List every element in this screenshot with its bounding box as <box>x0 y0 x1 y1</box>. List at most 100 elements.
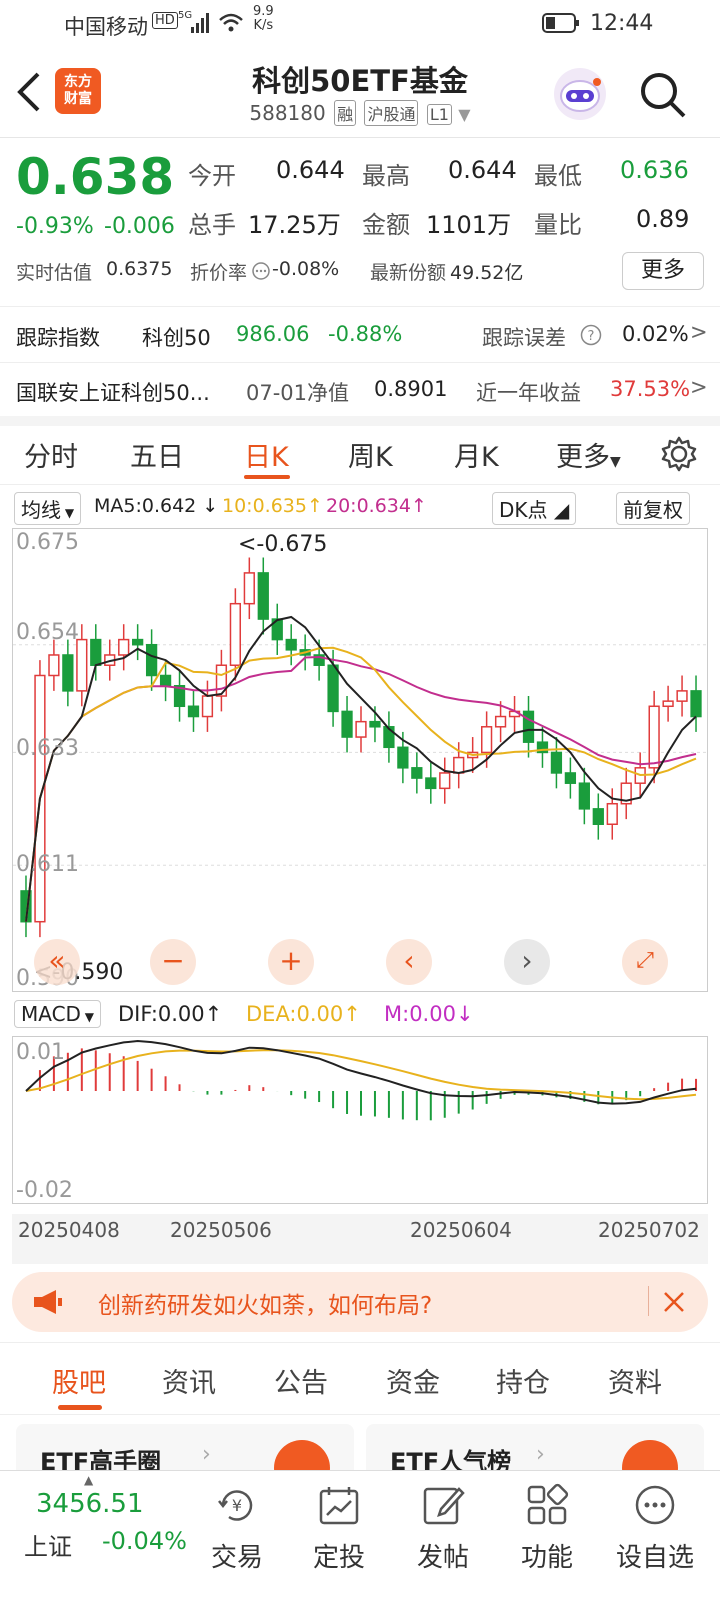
tab-holdings[interactable]: 持仓 <box>496 1361 550 1400</box>
candle-body <box>327 664 339 713</box>
candle-body <box>159 674 172 687</box>
ma5-line <box>25 615 697 922</box>
tab-profile[interactable]: 资料 <box>608 1361 662 1400</box>
date-label: 20250408 <box>18 1218 120 1242</box>
tab-announcements[interactable]: 公告 <box>274 1361 328 1400</box>
tab-daily-k[interactable]: 日K <box>244 435 289 474</box>
security-code-row[interactable]: 588180 融 沪股通 L1 ▼ <box>0 100 720 126</box>
fullscreen-button[interactable]: ⤢ <box>622 939 668 985</box>
candle-body <box>425 777 437 790</box>
assistant-robot-icon[interactable] <box>552 66 608 122</box>
svg-text:?: ? <box>588 329 595 344</box>
active-tab-indicator <box>244 475 290 479</box>
search-icon[interactable] <box>638 70 688 120</box>
pan-left-button[interactable]: ‹ <box>386 939 432 985</box>
nav-post-label: 发帖 <box>416 1543 469 1573</box>
tab-news[interactable]: 资讯 <box>162 1361 216 1400</box>
tab-more[interactable]: 更多▼ <box>556 435 621 474</box>
zoom-out-button[interactable]: − <box>150 939 196 985</box>
nav-trade[interactable]: ¥ 交易 <box>182 1471 292 1574</box>
candle-body <box>243 572 255 605</box>
y-axis-label-2: 0.654 <box>16 620 79 645</box>
nav-watchlist[interactable]: 设自选 <box>600 1471 710 1574</box>
tab-intraday[interactable]: 分时 <box>24 435 78 474</box>
discount-label: 折价率 <box>190 262 248 284</box>
tab-forum[interactable]: 股吧 <box>52 1361 106 1400</box>
chevron-right-icon: › <box>202 1442 211 1467</box>
svg-text:¥: ¥ <box>232 1496 242 1515</box>
market-index-name: 上证 <box>24 1533 72 1561</box>
nav-post[interactable]: 发帖 <box>388 1471 498 1574</box>
date-label: 20250506 <box>170 1218 272 1242</box>
high-label: 最高 <box>362 162 410 190</box>
candle-body <box>411 767 423 779</box>
indicator-selector[interactable]: MACD ▼ <box>14 1000 101 1028</box>
dk-point-label: DK点 <box>499 498 548 522</box>
pan-right-button[interactable]: › <box>504 939 550 985</box>
nav-fixed-invest[interactable]: 定投 <box>284 1471 394 1574</box>
candle-body <box>480 726 493 754</box>
yen-exchange-icon: ¥ <box>218 1490 253 1521</box>
candle-body <box>285 638 297 651</box>
estimate-label: 实时估值 <box>16 262 93 284</box>
candle-body <box>76 638 88 692</box>
tab-more-label: 更多 <box>556 442 610 473</box>
high-value: 0.644 <box>448 156 517 184</box>
nav-date-label: 07-01净值 <box>246 381 350 405</box>
candle-body <box>550 751 563 774</box>
nav-watchlist-label: 设自选 <box>615 1543 694 1573</box>
annual-return-value: 37.53% <box>610 377 691 401</box>
tracking-error-label: 跟踪误差 <box>482 326 566 350</box>
tracking-error-value: 0.02% <box>622 322 689 346</box>
candle-body <box>676 690 688 702</box>
volume-ratio-value: 0.89 <box>636 205 690 233</box>
indicator-selector-label: MACD <box>21 1002 81 1026</box>
help-icon[interactable]: ? <box>580 324 602 346</box>
info-icon[interactable] <box>252 262 270 280</box>
ma10-value: 10:0.635↑ <box>222 495 323 517</box>
macd-chart[interactable] <box>12 1036 708 1204</box>
macd-y-bottom: -0.02 <box>16 1178 73 1203</box>
candle-body <box>229 602 242 666</box>
close-icon[interactable] <box>662 1290 686 1314</box>
ma5-value: MA5:0.642 ↓ <box>94 495 219 517</box>
k-line-chart[interactable] <box>12 528 708 992</box>
dk-point-button[interactable]: DK点 ◢ <box>492 492 577 525</box>
zoom-in-button[interactable]: + <box>268 939 314 985</box>
scroll-to-start-button[interactable]: « <box>34 939 80 985</box>
adjust-button[interactable]: 前复权 <box>616 492 690 525</box>
signal-icon <box>191 13 209 33</box>
expand-triangle-icon[interactable]: ▲ <box>84 1473 93 1487</box>
megaphone-icon <box>34 1290 62 1314</box>
more-dots-icon <box>635 1485 675 1525</box>
candle-body <box>132 638 144 646</box>
net-speed-unit: K/s <box>253 18 274 33</box>
candle-body <box>118 638 130 656</box>
nav-functions[interactable]: 功能 <box>492 1471 602 1574</box>
ma-selector[interactable]: 均线 ▼ <box>14 492 82 525</box>
candle-body <box>592 808 604 825</box>
candle-body <box>397 746 409 769</box>
tab-fund-flow[interactable]: 资金 <box>386 1361 440 1400</box>
dropdown-triangle-icon: ▼ <box>458 105 471 124</box>
candle-body <box>453 756 465 774</box>
promo-banner[interactable]: 创新药研发如火如荼，如何布局? <box>12 1272 708 1332</box>
chevron-right-icon[interactable]: > <box>690 375 708 399</box>
tab-monthly-k[interactable]: 月K <box>454 435 499 474</box>
market-index-value[interactable]: 3456.51 <box>36 1489 144 1519</box>
margin-tag: 融 <box>334 100 357 126</box>
tab-weekly-k[interactable]: 周K <box>348 435 393 474</box>
tab-five-day[interactable]: 五日 <box>130 435 184 474</box>
annual-return-label: 近一年收益 <box>476 381 581 405</box>
y-axis-label-4: 0.611 <box>16 852 79 877</box>
track-index-name[interactable]: 科创50 <box>142 322 211 352</box>
dropdown-triangle-icon: ▼ <box>80 1010 94 1024</box>
more-quote-button[interactable]: 更多 <box>622 252 704 290</box>
fund-name[interactable]: 国联安上证科创50... <box>16 377 210 407</box>
candle-body <box>257 572 269 620</box>
wifi-icon <box>219 13 243 32</box>
chevron-right-icon[interactable]: > <box>690 320 708 344</box>
settings-gear-icon[interactable] <box>660 435 698 473</box>
candle-body <box>341 710 353 738</box>
k-line-canvas <box>13 557 707 938</box>
